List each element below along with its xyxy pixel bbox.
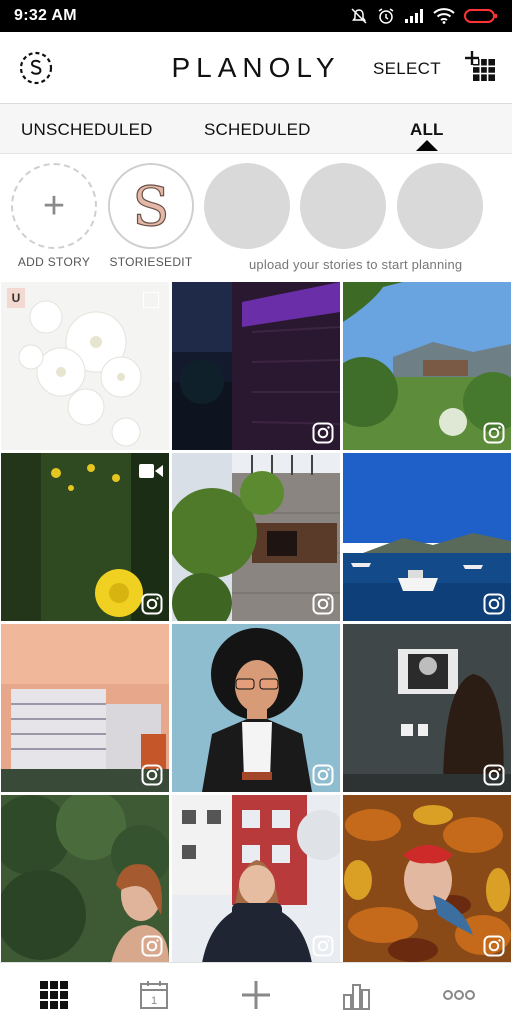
active-tab-indicator <box>416 140 438 151</box>
analytics-icon[interactable] <box>341 979 373 1011</box>
grid-post[interactable]: U <box>1 282 169 450</box>
mute-icon <box>351 8 367 24</box>
grid-post[interactable] <box>343 282 511 450</box>
unscheduled-badge: U <box>7 288 25 308</box>
storiesedit-label: STORIESEDIT <box>109 255 193 269</box>
grid-post[interactable] <box>172 453 340 621</box>
grid-post[interactable] <box>343 453 511 621</box>
video-icon <box>139 464 163 478</box>
tab-scheduled[interactable]: SCHEDULED <box>204 120 311 140</box>
story-placeholder[interactable] <box>397 163 483 249</box>
tab-all[interactable]: ALL <box>410 120 444 140</box>
alarm-icon <box>378 8 394 24</box>
instagram-icon <box>141 935 163 957</box>
grid-post[interactable] <box>343 624 511 792</box>
instagram-icon <box>141 593 163 615</box>
battery-icon <box>464 9 497 23</box>
add-story-button[interactable]: + <box>11 163 97 249</box>
story-placeholder[interactable] <box>204 163 290 249</box>
signal-icon <box>405 9 423 23</box>
grid-post[interactable] <box>343 795 511 962</box>
grid-post[interactable] <box>172 624 340 792</box>
grid-post[interactable] <box>1 624 169 792</box>
instagram-icon <box>312 593 334 615</box>
instagram-icon <box>312 764 334 786</box>
story-placeholder[interactable] <box>300 163 386 249</box>
status-icons <box>350 7 498 25</box>
grid-icon[interactable] <box>38 979 70 1011</box>
instagram-icon <box>483 422 505 444</box>
grid-post[interactable] <box>1 453 169 621</box>
calendar-day: 1 <box>151 995 157 1007</box>
bottom-navigation: 1 <box>0 962 512 1024</box>
select-checkbox[interactable] <box>143 292 159 308</box>
select-button[interactable]: SELECT <box>373 59 441 79</box>
instagram-icon <box>483 593 505 615</box>
grid-post[interactable] <box>172 795 340 962</box>
storiesedit-logo-icon: S <box>110 165 192 247</box>
storiesedit-story[interactable]: S <box>108 163 194 249</box>
instagram-icon <box>483 764 505 786</box>
add-story-label: ADD STORY <box>17 255 91 269</box>
plus-icon: + <box>42 185 66 227</box>
instagram-icon <box>312 935 334 957</box>
plus-icon[interactable] <box>240 979 272 1011</box>
status-bar: 9:32 AM <box>0 0 512 32</box>
grid-post[interactable] <box>172 282 340 450</box>
calendar-icon[interactable]: 1 <box>138 979 170 1011</box>
grid-post[interactable] <box>1 795 169 962</box>
instagram-icon <box>312 422 334 444</box>
add-to-grid-icon[interactable] <box>464 50 498 84</box>
more-icon[interactable] <box>443 979 475 1011</box>
wifi-icon <box>433 8 455 24</box>
status-time: 9:32 AM <box>14 7 77 24</box>
tab-unscheduled[interactable]: UNSCHEDULED <box>21 120 153 140</box>
instagram-icon <box>141 764 163 786</box>
app-header: PLANOLY SELECT <box>0 32 512 104</box>
stories-row: + ADD STORY S STORIESEDIT upload your st… <box>0 155 512 280</box>
stories-hint-text: upload your stories to start planning <box>249 257 463 272</box>
storiesedit-monogram: S <box>133 175 170 238</box>
instagram-icon <box>483 935 505 957</box>
photo-grid: U <box>0 281 512 962</box>
